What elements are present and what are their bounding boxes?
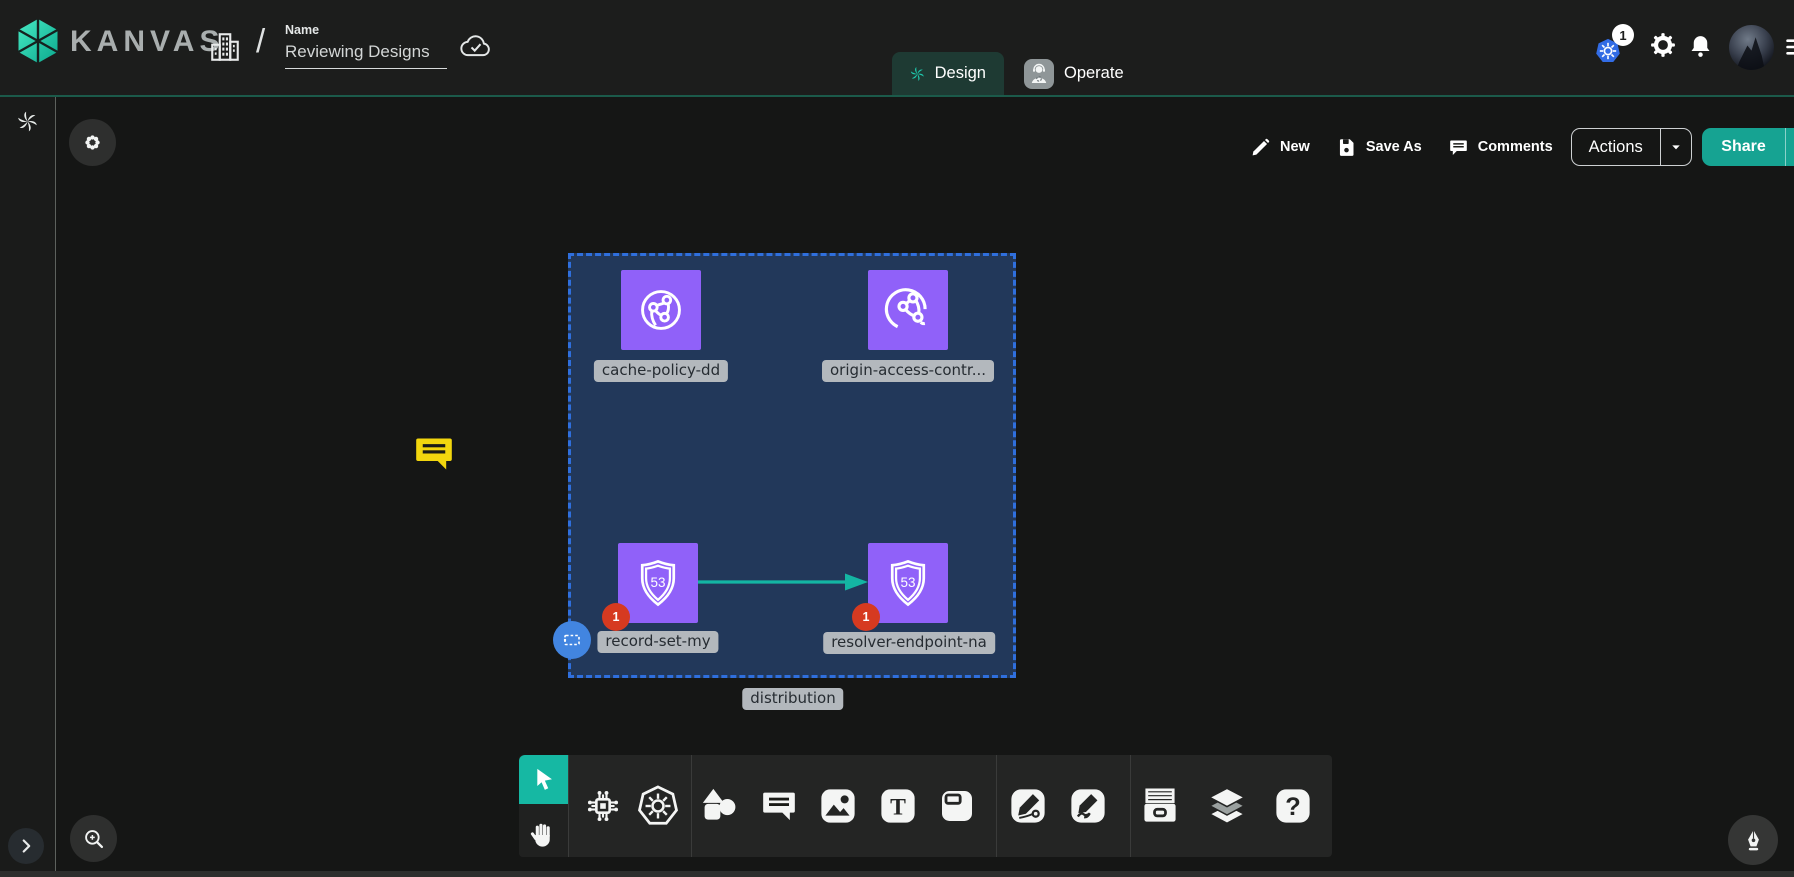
share-button-label[interactable]: Share xyxy=(1702,128,1784,166)
canvas-action-bar: New Save As Comments Actions Share xyxy=(1250,128,1794,166)
record-set-error-badge: 1 xyxy=(602,603,630,631)
kubernetes-notification-button[interactable]: 1 xyxy=(1594,24,1640,70)
design-spiral-icon xyxy=(910,63,925,85)
user-avatar[interactable] xyxy=(1729,25,1774,70)
architecture-tool[interactable] xyxy=(582,785,624,827)
pen-nib-icon xyxy=(1740,827,1767,854)
actions-dropdown-button[interactable]: Actions xyxy=(1571,128,1693,166)
canvas-comment-marker[interactable] xyxy=(411,431,457,476)
selection-group-handle[interactable] xyxy=(553,621,591,659)
archive-tool[interactable] xyxy=(1138,784,1182,828)
app: KANVAS / Name Design Operate 1 xyxy=(0,0,1794,877)
zoom-in-icon xyxy=(81,826,107,852)
annotation-tool-group xyxy=(691,755,996,857)
node-label-record-set[interactable]: record-set-my xyxy=(597,631,718,653)
tab-operate[interactable]: Operate xyxy=(1006,52,1142,95)
node-cache-policy[interactable] xyxy=(621,270,701,350)
select-tool[interactable] xyxy=(519,755,568,804)
image-tool[interactable] xyxy=(817,785,859,827)
svg-text:53: 53 xyxy=(650,575,665,590)
text-tool[interactable] xyxy=(877,785,919,827)
node-origin-access-control[interactable] xyxy=(868,270,948,350)
organization-icon[interactable] xyxy=(207,29,243,65)
pan-tool[interactable] xyxy=(529,820,559,850)
dashed-rect-icon xyxy=(560,628,584,652)
canvas-assistant-button[interactable] xyxy=(69,119,116,166)
comment-tool[interactable] xyxy=(759,786,799,826)
utility-tool-group xyxy=(1130,755,1332,857)
node-label-resolver-endpoint[interactable]: resolver-endpoint-na xyxy=(823,632,995,654)
pen-path-tool[interactable] xyxy=(1007,785,1049,827)
connection-arrow[interactable] xyxy=(697,571,869,593)
resolver-error-badge: 1 xyxy=(852,603,880,631)
pencil-icon xyxy=(1250,137,1271,158)
avatar-image xyxy=(1729,25,1774,70)
save-as-button-label: Save As xyxy=(1366,139,1422,155)
infrastructure-tool-group xyxy=(568,755,691,857)
pen-mode-button[interactable] xyxy=(1728,815,1778,865)
group-label-distribution[interactable]: distribution xyxy=(742,688,843,710)
tab-design-label: Design xyxy=(935,64,986,83)
sidebar-expand-button[interactable] xyxy=(8,828,44,864)
comment-icon xyxy=(1448,137,1469,158)
copy-share-link-button[interactable] xyxy=(1786,128,1794,166)
layers-tool[interactable] xyxy=(1204,783,1250,829)
cloud-saved-icon xyxy=(458,30,494,61)
breadcrumb-separator: / xyxy=(256,22,265,60)
zoom-in-button[interactable] xyxy=(70,815,117,862)
name-field-label: Name xyxy=(285,23,447,37)
kanvas-logo-icon xyxy=(14,17,62,65)
node-record-set[interactable]: 53 xyxy=(618,543,698,623)
comments-button-label: Comments xyxy=(1478,139,1553,155)
canvas-toolbar xyxy=(519,755,1332,857)
tab-operate-label: Operate xyxy=(1064,64,1124,83)
save-as-button[interactable]: Save As xyxy=(1336,137,1422,158)
kubernetes-tool[interactable] xyxy=(636,784,680,828)
left-sidebar xyxy=(0,97,56,877)
comments-button[interactable]: Comments xyxy=(1448,137,1553,158)
flower-icon xyxy=(80,130,105,155)
pointer-tools-column xyxy=(519,755,568,857)
node-resolver-endpoint[interactable]: 53 xyxy=(868,543,948,623)
settings-gear-icon[interactable] xyxy=(1649,31,1677,59)
node-label-cache-policy[interactable]: cache-policy-dd xyxy=(594,360,728,382)
top-bar: KANVAS / Name Design Operate 1 xyxy=(0,0,1794,97)
bottom-edge-strip xyxy=(0,871,1794,877)
cursor-icon xyxy=(530,766,557,793)
hamburger-menu-icon[interactable] xyxy=(1783,34,1794,60)
share-button[interactable]: Share xyxy=(1702,128,1794,166)
shapes-tool[interactable] xyxy=(699,785,741,827)
cloudfront-origin-access-icon xyxy=(881,283,935,337)
design-name-field: Name xyxy=(285,23,447,69)
card-tool[interactable] xyxy=(937,786,977,826)
actions-button-label[interactable]: Actions xyxy=(1572,129,1660,165)
caret-down-icon xyxy=(1667,138,1685,156)
actions-caret-button[interactable] xyxy=(1661,129,1691,165)
kanvas-logo-text: KANVAS xyxy=(70,25,224,59)
kubernetes-notification-badge: 1 xyxy=(1612,24,1634,46)
node-label-origin-access[interactable]: origin-access-contr... xyxy=(822,360,994,382)
new-button[interactable]: New xyxy=(1250,137,1310,158)
drawing-tool-group xyxy=(996,755,1130,857)
design-name-input[interactable] xyxy=(285,40,447,69)
svg-text:53: 53 xyxy=(900,575,915,590)
chevron-right-icon xyxy=(15,835,37,857)
route53-record-set-icon: 53 xyxy=(631,556,685,610)
sketch-tool[interactable] xyxy=(1067,785,1109,827)
notifications-bell-icon[interactable] xyxy=(1687,33,1714,60)
operate-person-icon xyxy=(1024,59,1054,89)
new-button-label: New xyxy=(1280,139,1310,155)
sidebar-spiral-icon[interactable] xyxy=(17,111,38,132)
route53-resolver-icon: 53 xyxy=(881,556,935,610)
floppy-icon xyxy=(1336,137,1357,158)
help-tool[interactable] xyxy=(1272,785,1314,827)
cloudfront-cache-policy-icon xyxy=(634,283,688,337)
tab-design[interactable]: Design xyxy=(892,52,1004,95)
